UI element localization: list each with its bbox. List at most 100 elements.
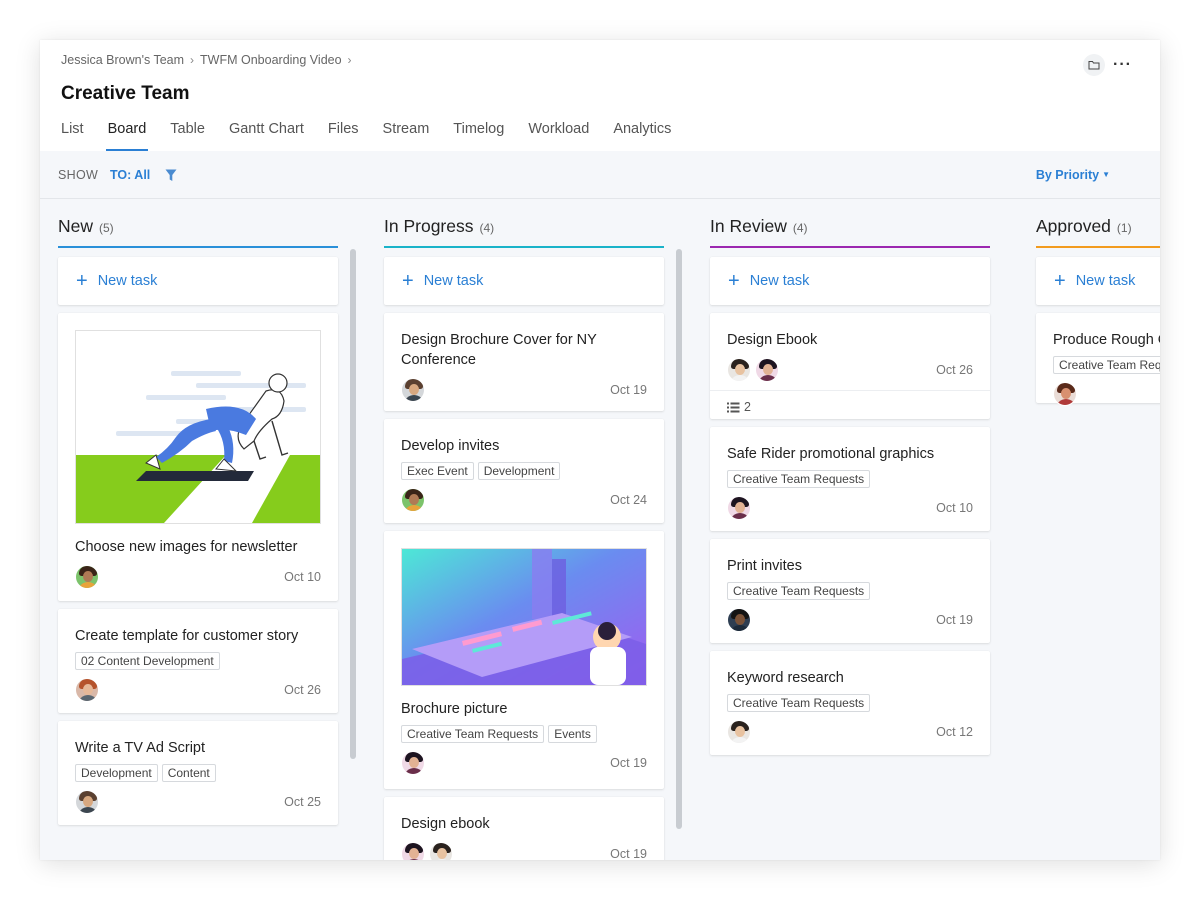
avatar[interactable] xyxy=(75,565,99,589)
task-title[interactable]: Design Brochure Cover for NY Conference xyxy=(401,330,651,370)
avatar[interactable] xyxy=(727,720,751,744)
task-card[interactable]: Produce Rough Cut Creative Team Requests xyxy=(1036,313,1160,406)
task-title[interactable]: Produce Rough Cut xyxy=(1053,330,1160,350)
avatar-face xyxy=(437,848,447,859)
task-title[interactable]: Keyword research xyxy=(727,668,977,688)
task-assignees xyxy=(75,790,99,814)
new-task-button[interactable]: + New task xyxy=(1036,257,1160,305)
avatar[interactable] xyxy=(727,608,751,632)
avatar[interactable] xyxy=(401,842,425,860)
task-tags: Creative Team Requests xyxy=(727,582,871,600)
task-tag[interactable]: Events xyxy=(548,725,597,743)
task-due-date: Oct 26 xyxy=(284,683,321,697)
task-card[interactable]: Print invites Creative Team Requests Oct 1… xyxy=(710,539,990,643)
task-tag[interactable]: Creative Team Requests xyxy=(401,725,545,743)
avatar[interactable] xyxy=(401,488,425,512)
task-assignees xyxy=(1053,382,1077,406)
filter-icon[interactable] xyxy=(165,169,177,182)
task-card[interactable]: Brochure picture Creative Team Requests Ev… xyxy=(384,531,664,789)
avatar-body xyxy=(78,807,98,813)
task-card[interactable]: Design Brochure Cover for NY Conference O… xyxy=(384,313,664,411)
avatar[interactable] xyxy=(429,842,453,860)
avatar[interactable] xyxy=(755,358,779,382)
task-title[interactable]: Brochure picture xyxy=(401,699,651,719)
task-card[interactable]: Safe Rider promotional graphics Creative … xyxy=(710,427,990,531)
task-assignees xyxy=(727,720,751,744)
task-assignees xyxy=(75,565,99,589)
task-card[interactable]: Choose new images for newsletter Oct 10 xyxy=(58,313,338,601)
task-tag[interactable]: Development xyxy=(75,764,158,782)
avatar[interactable] xyxy=(401,751,425,775)
task-title[interactable]: Develop invites xyxy=(401,436,651,456)
avatar-body xyxy=(78,695,98,701)
task-card[interactable]: Write a TV Ad Script Development Content Oc… xyxy=(58,721,338,825)
header: Jessica Brown's Team › TWFM Onboarding V… xyxy=(40,40,1160,151)
task-title[interactable]: Safe Rider promotional graphics xyxy=(727,444,977,464)
avatar-body xyxy=(404,859,424,860)
task-tag[interactable]: 02 Content Development xyxy=(75,652,220,670)
avatar-body xyxy=(758,375,778,381)
new-task-label: New task xyxy=(749,273,810,289)
avatar[interactable] xyxy=(401,378,425,402)
tab-gantt-chart[interactable]: Gantt Chart xyxy=(229,121,304,151)
new-task-button[interactable]: + New task xyxy=(58,257,338,305)
column-scrollbar[interactable] xyxy=(676,249,682,829)
tab-table[interactable]: Table xyxy=(170,121,205,151)
task-tags: 02 Content Development xyxy=(75,652,220,670)
breadcrumb-project[interactable]: TWFM Onboarding Video xyxy=(200,53,342,67)
new-task-button[interactable]: + New task xyxy=(384,257,664,305)
new-task-label: New task xyxy=(1075,273,1136,289)
board-toolbar: SHOW TO: All By Priority ▼ xyxy=(40,151,1160,199)
task-tag[interactable]: Creative Team Requests xyxy=(727,694,871,712)
task-card[interactable]: Design ebook Oct 19 xyxy=(384,797,664,860)
tab-timelog[interactable]: Timelog xyxy=(453,121,504,151)
avatar[interactable] xyxy=(1053,382,1077,406)
column-scrollbar[interactable] xyxy=(350,249,356,759)
task-card[interactable]: Develop invites Exec Event Development Oct … xyxy=(384,419,664,523)
breadcrumb-team[interactable]: Jessica Brown's Team xyxy=(61,53,184,67)
folder-button[interactable] xyxy=(1083,54,1106,76)
page-title: Creative Team xyxy=(61,83,190,104)
task-due-date: Oct 25 xyxy=(284,795,321,809)
task-title[interactable]: Design Ebook xyxy=(727,330,977,350)
factory-illustration xyxy=(402,549,646,685)
task-card[interactable]: Create template for customer story 02 Con… xyxy=(58,609,338,713)
task-title[interactable]: Choose new images for newsletter xyxy=(75,537,325,557)
task-title[interactable]: Design ebook xyxy=(401,814,651,834)
tab-files[interactable]: Files xyxy=(328,121,359,151)
avatar[interactable] xyxy=(727,496,751,520)
assignee-filter-button[interactable]: TO: All xyxy=(110,168,150,182)
task-tag[interactable]: Creative Team Requests xyxy=(727,582,871,600)
new-task-button[interactable]: + New task xyxy=(710,257,990,305)
chevron-right-icon: › xyxy=(190,53,195,67)
column-count: (4) xyxy=(479,221,495,235)
task-title[interactable]: Write a TV Ad Script xyxy=(75,738,325,758)
tab-stream[interactable]: Stream xyxy=(383,121,430,151)
task-tag[interactable]: Creative Team Requests xyxy=(1053,356,1160,374)
avatar[interactable] xyxy=(75,790,99,814)
header-actions: ··· xyxy=(1083,54,1132,76)
task-title[interactable]: Print invites xyxy=(727,556,977,576)
column-header: In Progress (4) xyxy=(384,216,664,248)
task-tag[interactable]: Creative Team Requests xyxy=(727,470,871,488)
avatar-body xyxy=(404,768,424,774)
avatar-face xyxy=(409,494,419,505)
task-due-date: Oct 12 xyxy=(936,725,973,739)
kanban-board: New (5) + New task Choose new images for ne… xyxy=(40,199,1160,860)
task-title[interactable]: Create template for customer story xyxy=(75,626,325,646)
task-tag[interactable]: Development xyxy=(477,462,561,480)
task-card[interactable]: Design Ebook Oct 26 2 xyxy=(710,313,990,419)
task-tag[interactable]: Exec Event xyxy=(401,462,474,480)
more-options-icon[interactable]: ··· xyxy=(1113,57,1132,73)
tab-list[interactable]: List xyxy=(61,121,84,151)
tab-analytics[interactable]: Analytics xyxy=(613,121,671,151)
tab-board[interactable]: Board xyxy=(105,121,148,151)
task-card[interactable]: Keyword research Creative Team Requests Oc… xyxy=(710,651,990,755)
avatar[interactable] xyxy=(727,358,751,382)
subtask-count[interactable]: 2 xyxy=(727,400,751,414)
sort-by-priority-dropdown[interactable]: By Priority ▼ xyxy=(1036,168,1110,182)
avatar[interactable] xyxy=(75,678,99,702)
task-due-date: Oct 19 xyxy=(610,383,647,397)
tab-workload[interactable]: Workload xyxy=(528,121,589,151)
task-tag[interactable]: Content xyxy=(161,764,216,782)
